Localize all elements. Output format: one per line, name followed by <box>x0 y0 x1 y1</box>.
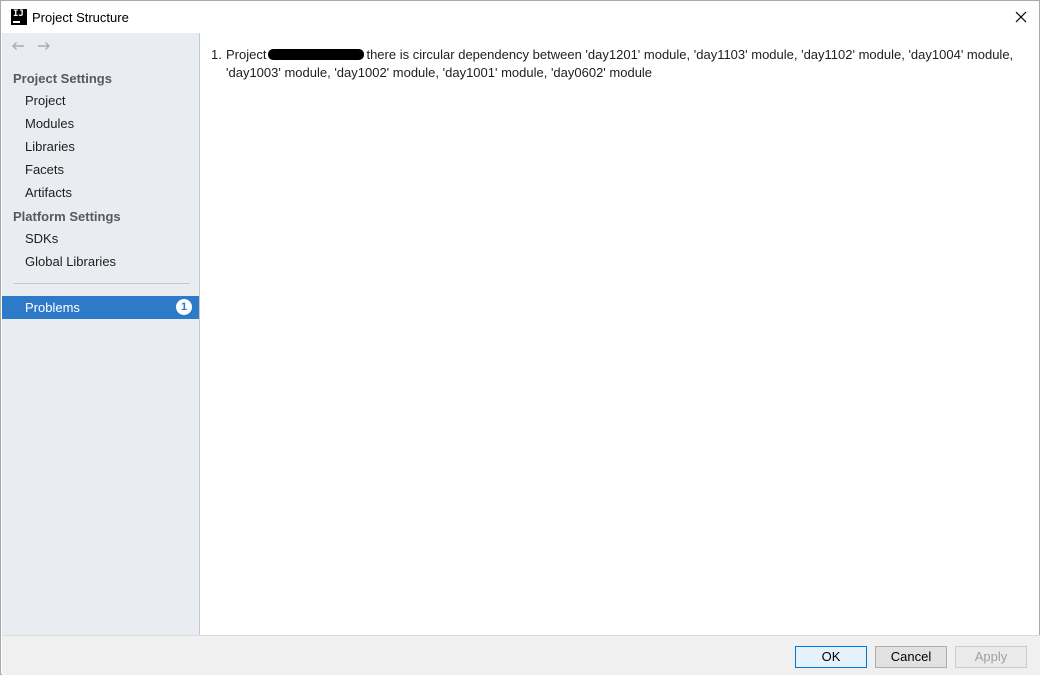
section-header-project-settings: Project Settings <box>13 71 112 86</box>
window-title: Project Structure <box>32 10 129 25</box>
dialog-footer: OK Cancel Apply <box>2 635 1040 675</box>
redacted-project-name <box>268 49 365 60</box>
sidebar-item-modules[interactable]: Modules <box>2 112 199 135</box>
sidebar-item-artifacts[interactable]: Artifacts <box>2 181 199 204</box>
section-header-platform-settings: Platform Settings <box>13 209 121 224</box>
intellij-logo-icon: IJ <box>11 9 27 25</box>
arrow-left-icon <box>12 42 24 50</box>
sidebar: Project Settings Project Modules Librari… <box>2 33 200 635</box>
back-button[interactable] <box>10 38 26 54</box>
sidebar-item-facets[interactable]: Facets <box>2 158 199 181</box>
project-structure-dialog: IJ Project Structure Project Settings Pr… <box>0 0 1040 675</box>
close-button[interactable] <box>1009 5 1033 29</box>
sidebar-item-libraries[interactable]: Libraries <box>2 135 199 158</box>
sidebar-divider <box>14 283 190 284</box>
problem-number: 1. <box>211 47 222 62</box>
sidebar-item-sdks[interactable]: SDKs <box>2 227 199 250</box>
ok-button[interactable]: OK <box>795 646 867 668</box>
forward-button[interactable] <box>36 38 52 54</box>
sidebar-item-global-libraries[interactable]: Global Libraries <box>2 250 199 273</box>
close-icon <box>1015 11 1027 23</box>
title-bar: IJ Project Structure <box>1 1 1039 33</box>
problem-prefix: Project <box>226 47 267 62</box>
sidebar-item-label: Problems <box>25 300 80 315</box>
sidebar-item-problems[interactable]: Problems 1 <box>2 296 199 319</box>
sidebar-item-project[interactable]: Project <box>2 89 199 112</box>
arrow-right-icon <box>38 42 50 50</box>
cancel-button[interactable]: Cancel <box>875 646 947 668</box>
navigation-arrows <box>10 38 52 54</box>
problems-count-badge: 1 <box>176 299 192 315</box>
apply-button[interactable]: Apply <box>955 646 1027 668</box>
problems-panel: 1. Project there is circular dependency b… <box>201 33 1039 635</box>
problem-message: Project there is circular dependency betw… <box>226 46 1031 82</box>
